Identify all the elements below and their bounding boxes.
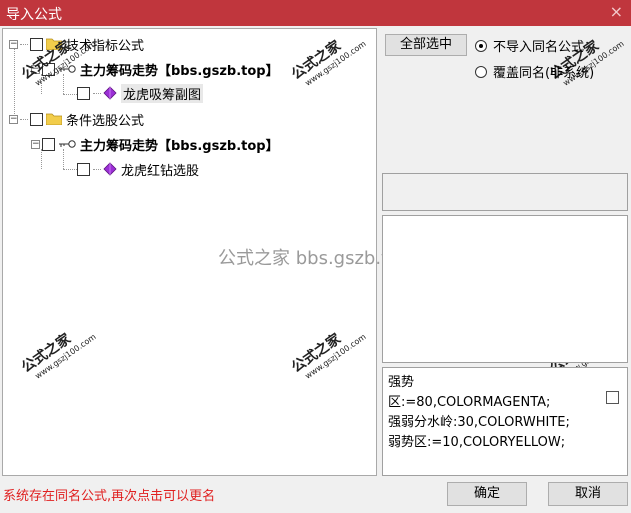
- radio-overwrite-same-name[interactable]: 覆盖同名(非系统): [475, 62, 594, 81]
- window-title: 导入公式: [6, 7, 62, 23]
- select-all-button[interactable]: 全部选中: [385, 34, 467, 56]
- radio-skip-label: 不导入同名公式: [493, 40, 585, 55]
- tree-node-selection-group[interactable]: − 条件选股公式: [9, 109, 144, 129]
- tree-line: [93, 92, 101, 94]
- close-icon[interactable]: ×: [610, 2, 623, 21]
- description-box: [382, 215, 628, 363]
- collapse-icon[interactable]: −: [9, 114, 18, 124]
- radio-overwrite-label: 覆盖同名(非系统): [493, 66, 595, 81]
- gem-icon: [103, 162, 117, 176]
- formula-line: 强势: [388, 375, 415, 390]
- indicator-group-checkbox[interactable]: [30, 37, 43, 51]
- status-message: 系统存在同名公式,再次点击可以更名: [3, 489, 216, 504]
- tree-label: 龙虎红钻选股: [121, 163, 200, 179]
- collapse-icon[interactable]: −: [9, 39, 18, 49]
- formula-line: 弱势区:=10,COLORYELLOW;: [388, 435, 566, 450]
- tree-label: 条件选股公式: [66, 113, 145, 129]
- tree-label: 主力筹码走势【bbs.gszb.top】: [80, 138, 279, 154]
- formula-line: 区:=80,COLORMAGENTA;: [388, 395, 551, 410]
- radio-skip-indicator[interactable]: [475, 39, 487, 52]
- title-bar: 导入公式 ×: [0, 0, 631, 26]
- tree-line: [93, 168, 101, 170]
- ok-button[interactable]: 确定: [447, 482, 527, 506]
- radio-overwrite-indicator[interactable]: [475, 65, 487, 78]
- radio-skip-same-name[interactable]: 不导入同名公式: [475, 36, 584, 55]
- selection-group-checkbox[interactable]: [30, 112, 43, 126]
- preview-checkbox[interactable]: [606, 391, 619, 404]
- tree-node-selection-sub[interactable]: 龙虎红钻选股: [77, 159, 199, 179]
- selection-formula-checkbox[interactable]: [42, 137, 55, 151]
- tree-label: 龙虎吸筹副图: [121, 83, 204, 103]
- gem-icon: [103, 86, 117, 100]
- formula-preview: 强势 区:=80,COLORMAGENTA; 强弱分水岭:30,COLORWHI…: [388, 373, 608, 453]
- formula-line: 强弱分水岭:30,COLORWHITE;: [388, 415, 570, 430]
- tree-node-selection-formula[interactable]: − 主力筹码走势【bbs.gszb.top】: [31, 134, 279, 154]
- collapse-icon[interactable]: −: [31, 139, 40, 149]
- key-icon: [59, 140, 76, 148]
- tree-line: [20, 43, 28, 45]
- tree-node-indicator-sub[interactable]: 龙虎吸筹副图: [77, 83, 204, 103]
- cancel-button[interactable]: 取消: [548, 482, 628, 506]
- rename-field[interactable]: [382, 173, 628, 211]
- tree-line: [20, 118, 28, 120]
- selection-sub-checkbox[interactable]: [77, 162, 90, 176]
- tree-line: [14, 48, 15, 118]
- tree-label: 主力筹码走势【bbs.gszb.top】: [80, 63, 279, 79]
